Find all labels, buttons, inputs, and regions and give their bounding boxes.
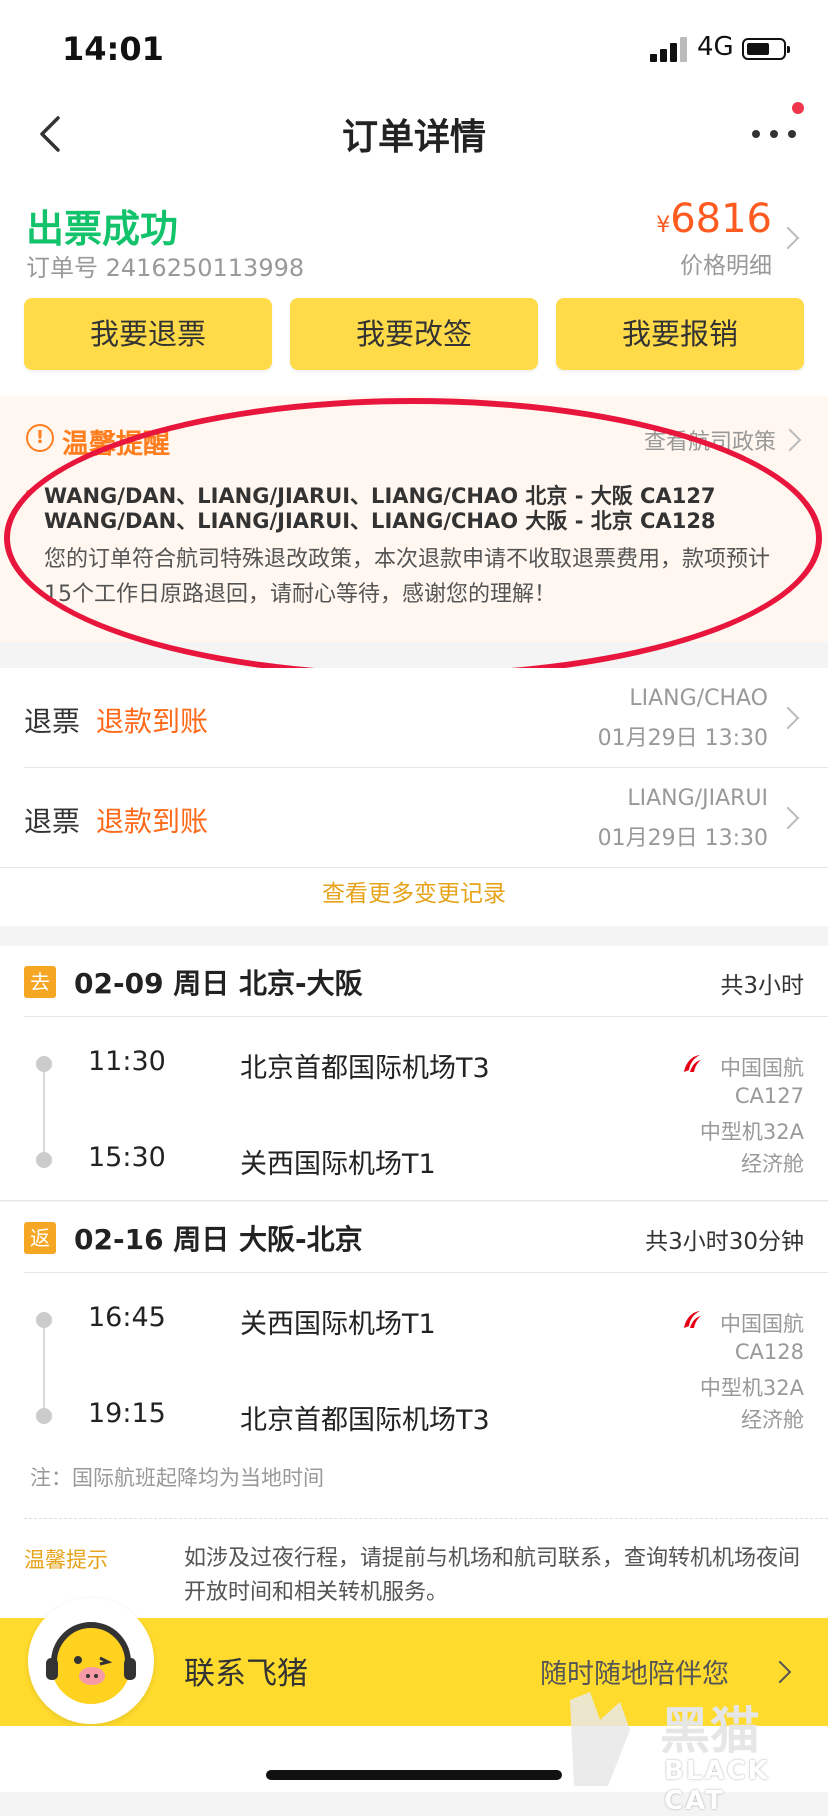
timeline-dot xyxy=(36,1056,52,1072)
clock-icon: ! xyxy=(26,424,54,452)
refund-label: 退票 xyxy=(24,705,81,738)
home-indicator[interactable] xyxy=(266,1770,562,1780)
air-china-logo-icon xyxy=(684,1311,701,1328)
currency-symbol: ¥ xyxy=(656,213,671,238)
departure-airport: 北京首都国际机场T3 xyxy=(240,1053,490,1084)
arrival-airport: 北京首都国际机场T3 xyxy=(240,1405,490,1436)
cabin-class: 经济舱 xyxy=(741,1408,804,1432)
segment-header: 02-09 周日 北京-大阪 xyxy=(74,967,363,1000)
divider xyxy=(24,1016,828,1017)
tip-label: 温馨提示 xyxy=(24,1548,108,1572)
flight-number: CA128 xyxy=(734,1340,804,1364)
departure-time: 16:45 xyxy=(88,1302,166,1333)
divider xyxy=(24,1272,828,1273)
refund-passenger: LIANG/JIARUI xyxy=(627,786,768,811)
refund-time: 01月29日 13:30 xyxy=(597,726,768,751)
departure-airport: 关西国际机场T1 xyxy=(240,1309,436,1340)
contact-subtitle: 随时随地陪伴您 xyxy=(540,1659,729,1690)
arrival-time: 15:30 xyxy=(88,1142,166,1173)
cabin-class: 经济舱 xyxy=(741,1152,804,1176)
segment-duration: 共3小时30分钟 xyxy=(645,1229,804,1255)
contact-label: 联系飞猪 xyxy=(184,1656,308,1692)
refund-status: 退款到账 xyxy=(96,705,209,738)
divider xyxy=(0,1200,828,1201)
refund-button[interactable]: 我要退票 xyxy=(24,298,272,370)
refund-time: 01月29日 13:30 xyxy=(597,826,768,851)
airline-name: 中国国航 xyxy=(620,1052,804,1082)
segment-duration: 共3小时 xyxy=(720,973,804,999)
timeline-dot xyxy=(36,1408,52,1424)
arrival-airport: 关西国际机场T1 xyxy=(240,1149,436,1180)
signal-icon xyxy=(650,36,690,62)
refund-status: 退款到账 xyxy=(96,805,209,838)
network-type: 4G xyxy=(697,32,734,62)
timeline-dot xyxy=(36,1312,52,1328)
watermark-text: BLACK CAT xyxy=(664,1756,770,1816)
change-button[interactable]: 我要改签 xyxy=(290,298,538,370)
tip-text: 如涉及过夜行程，请提前与机场和航司联系，查询转机机场夜间开放时间和相关转机服务。 xyxy=(184,1546,801,1605)
timeline-line xyxy=(43,1328,45,1416)
watermark-logo-text: 黑猫 xyxy=(660,1702,760,1760)
outbound-badge: 去 xyxy=(24,966,56,998)
air-china-logo-icon xyxy=(684,1055,701,1072)
return-badge: 返 xyxy=(24,1222,56,1254)
price-value: 6816 xyxy=(670,196,772,242)
order-price[interactable]: ¥6816 xyxy=(640,196,772,242)
page-title: 订单详情 xyxy=(341,117,486,158)
aircraft-type: 中型机32A xyxy=(699,1120,804,1144)
departure-time: 11:30 xyxy=(88,1046,166,1077)
status-time: 14:01 xyxy=(62,30,164,68)
dashed-divider xyxy=(24,1518,828,1519)
annotation-circle xyxy=(4,398,822,678)
local-time-note: 注：国际航班起降均为当地时间 xyxy=(30,1466,324,1490)
aircraft-type: 中型机32A xyxy=(699,1376,804,1400)
notification-dot xyxy=(792,102,804,114)
arrival-time: 19:15 xyxy=(88,1398,166,1429)
reimburse-button[interactable]: 我要报销 xyxy=(556,298,804,370)
pig-mascot-icon xyxy=(28,1598,154,1724)
timeline-dot xyxy=(36,1152,52,1168)
timeline-line xyxy=(43,1072,45,1160)
more-change-records-link[interactable]: 查看更多变更记录 xyxy=(0,868,828,926)
refund-passenger: LIANG/CHAO xyxy=(629,686,768,711)
airline-name: 中国国航 xyxy=(620,1308,804,1338)
ticket-status: 出票成功 xyxy=(26,207,179,251)
flight-number: CA127 xyxy=(734,1084,804,1108)
price-detail-link[interactable]: 价格明细 xyxy=(640,246,772,280)
battery-icon xyxy=(742,38,790,60)
refund-label: 退票 xyxy=(24,805,81,838)
segment-header: 02-16 周日 大阪-北京 xyxy=(74,1223,363,1256)
more-menu-button[interactable] xyxy=(752,118,798,146)
order-number: 订单号 2416250113998 xyxy=(26,254,305,282)
